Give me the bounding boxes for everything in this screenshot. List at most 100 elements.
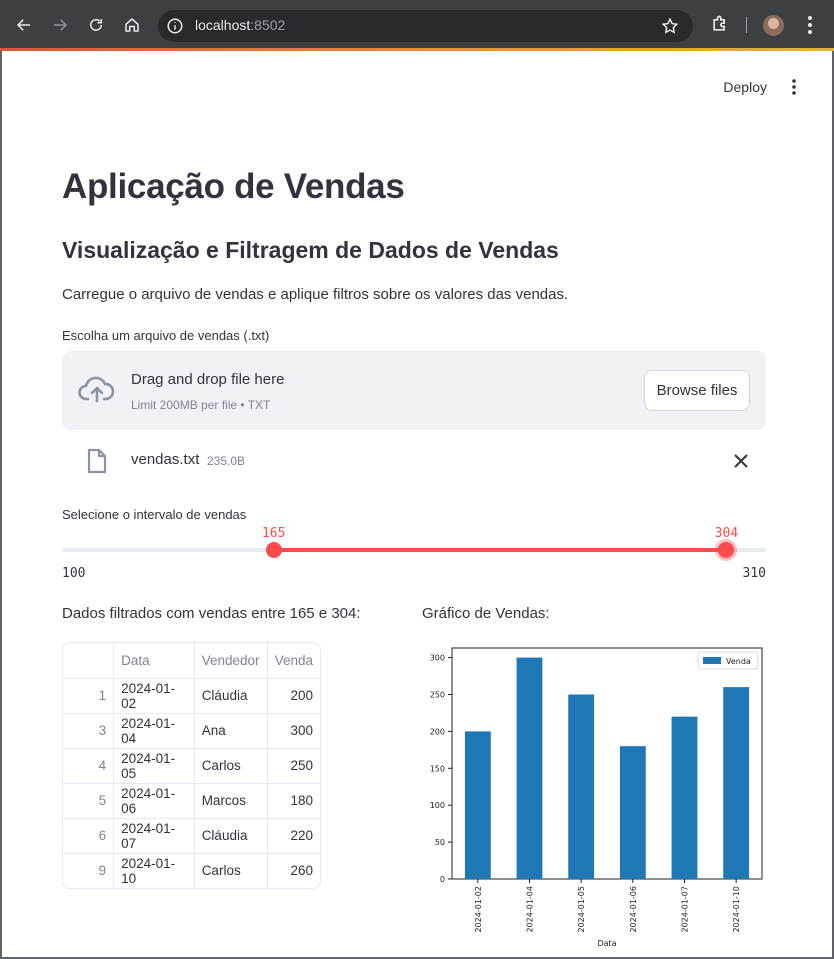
y-tick-label: 200 (430, 727, 445, 736)
x-tick-label: 2024-01-06 (629, 886, 638, 933)
bar-venda-2024-01-04 (516, 657, 543, 879)
table-row[interactable]: 5 2024-01-06 Marcos 180 (63, 783, 320, 819)
toolbar-divider (746, 17, 747, 33)
extensions-icon[interactable] (710, 14, 730, 34)
row-index-cell: 4 (63, 748, 115, 784)
table-header-row: Data Vendedor Venda (63, 643, 320, 679)
column-header-venda[interactable]: Venda (267, 643, 320, 679)
file-icon (86, 448, 108, 474)
slider-thumb-low[interactable] (265, 542, 282, 558)
table-row[interactable]: 3 2024-01-04 Ana 300 (63, 713, 320, 749)
table-row[interactable]: 9 2024-01-10 Carlos 260 (63, 853, 320, 888)
table-row[interactable]: 4 2024-01-05 Carlos 250 (63, 748, 320, 784)
x-tick-label: 2024-01-05 (577, 886, 586, 933)
bookmark-star-icon[interactable] (661, 17, 679, 35)
reload-icon[interactable] (84, 13, 108, 37)
venda-cell: 260 (290, 863, 313, 879)
vendedor-cell: Carlos (194, 748, 268, 784)
site-info-icon[interactable] (166, 17, 184, 35)
row-index-cell: 1 (63, 678, 115, 714)
uploaded-file: vendas.txt 235.0B (62, 446, 766, 476)
data-cell: 2024-01-05 (113, 748, 195, 784)
table-row[interactable]: 1 2024-01-02 Cláudia 200 (63, 678, 320, 714)
browse-files-button[interactable]: Browse files (644, 370, 750, 411)
home-icon[interactable] (120, 13, 144, 37)
page-description: Carregue o arquivo de vendas e aplique f… (62, 286, 569, 303)
cloud-upload-icon (78, 375, 116, 403)
dropzone-limit: Limit 200MB per file • TXT (131, 398, 271, 412)
vendedor-cell: Carlos (194, 853, 268, 888)
y-tick-label: 100 (430, 801, 445, 810)
y-tick-label: 150 (430, 764, 445, 773)
filtered-dataframe[interactable]: Data Vendedor Venda 1 2024-01-02 Cláudia 20… (62, 642, 321, 889)
x-axis-label: Data (597, 939, 616, 948)
url-text: localhost:8502 (195, 17, 286, 33)
data-cell: 2024-01-02 (113, 678, 195, 714)
file-dropzone[interactable]: Drag and drop file here Limit 200MB per … (62, 351, 766, 430)
profile-avatar[interactable] (763, 15, 784, 36)
slider-label: Selecione o intervalo de vendas (62, 507, 247, 522)
browser-menu-icon[interactable] (800, 14, 820, 36)
vendedor-cell: Ana (194, 713, 268, 749)
bar-venda-2024-01-07 (671, 716, 698, 879)
data-cell: 2024-01-10 (113, 853, 195, 888)
table-title: Dados filtrados com vendas entre 165 e 3… (62, 605, 361, 622)
venda-cell: 250 (267, 748, 320, 784)
column-header-index[interactable] (63, 643, 115, 679)
row-index-cell: 5 (63, 783, 115, 819)
remove-file-icon[interactable] (732, 452, 750, 470)
venda-cell: 200 (267, 678, 320, 714)
data-cell: 2024-01-04 (113, 713, 195, 749)
slider-low-value: 165 (261, 526, 286, 541)
back-icon[interactable] (12, 13, 36, 37)
page-title: Aplicação de Vendas (62, 167, 405, 206)
slider-max-label: 310 (742, 566, 766, 581)
table-row[interactable]: 6 2024-01-07 Cláudia 220 (63, 818, 320, 854)
forward-icon[interactable] (48, 13, 72, 37)
file-name: vendas.txt (131, 451, 200, 468)
y-tick-label: 50 (435, 838, 445, 847)
vendedor-cell: Marcos (194, 783, 268, 819)
data-cell: 2024-01-06 (113, 783, 195, 819)
bar-venda-2024-01-05 (568, 694, 595, 879)
venda-cell: 180 (267, 783, 320, 819)
app-page: Deploy Aplicação de Vendas Visualização … (2, 51, 832, 957)
column-header-vendedor[interactable]: Vendedor (194, 643, 268, 679)
bar-venda-2024-01-10 (723, 687, 750, 879)
x-tick-label: 2024-01-07 (681, 886, 690, 933)
row-index-cell: 9 (63, 853, 115, 888)
bar-venda-2024-01-06 (619, 746, 646, 879)
main-menu-icon[interactable] (784, 77, 804, 97)
venda-cell: 300 (267, 713, 320, 749)
slider-high-value: 304 (714, 526, 739, 541)
dropzone-instructions: Drag and drop file here (131, 371, 285, 388)
legend-swatch (703, 657, 721, 664)
y-tick-label: 300 (430, 654, 445, 663)
venda-cell: 220 (267, 818, 320, 854)
x-tick-label: 2024-01-10 (732, 886, 741, 933)
slider-selected-range (273, 548, 727, 552)
row-index-cell: 6 (63, 818, 115, 854)
plot-frame (451, 647, 763, 880)
sales-bar-chart: 0 50 100 150 200 250 300 2024-01-02 2024-01-04 20… (422, 641, 772, 953)
legend-label: Venda (726, 657, 751, 666)
browser-toolbar: localhost:8502 (0, 0, 834, 50)
slider-thumb-high[interactable] (718, 542, 735, 558)
vendedor-cell: Cláudia (194, 818, 268, 854)
range-slider[interactable]: 165 304 (62, 526, 766, 558)
data-cell: 2024-01-07 (113, 818, 195, 854)
file-size: 235.0B (207, 454, 246, 468)
chart-title: Gráfico de Vendas: (422, 605, 550, 622)
address-bar[interactable]: localhost:8502 (158, 10, 693, 42)
x-tick-label: 2024-01-02 (474, 886, 483, 933)
deploy-button[interactable]: Deploy (723, 79, 767, 95)
slider-min-label: 100 (62, 566, 86, 581)
page-subtitle: Visualização e Filtragem de Dados de Ven… (62, 237, 559, 263)
uploader-label: Escolha um arquivo de vendas (.txt) (62, 328, 270, 343)
bar-venda-2024-01-02 (464, 731, 491, 879)
column-header-data[interactable]: Data (113, 643, 195, 679)
row-index-cell: 3 (63, 713, 115, 749)
y-tick-label: 250 (430, 690, 445, 699)
x-tick-label: 2024-01-04 (526, 886, 535, 933)
y-tick-label: 0 (440, 875, 445, 884)
